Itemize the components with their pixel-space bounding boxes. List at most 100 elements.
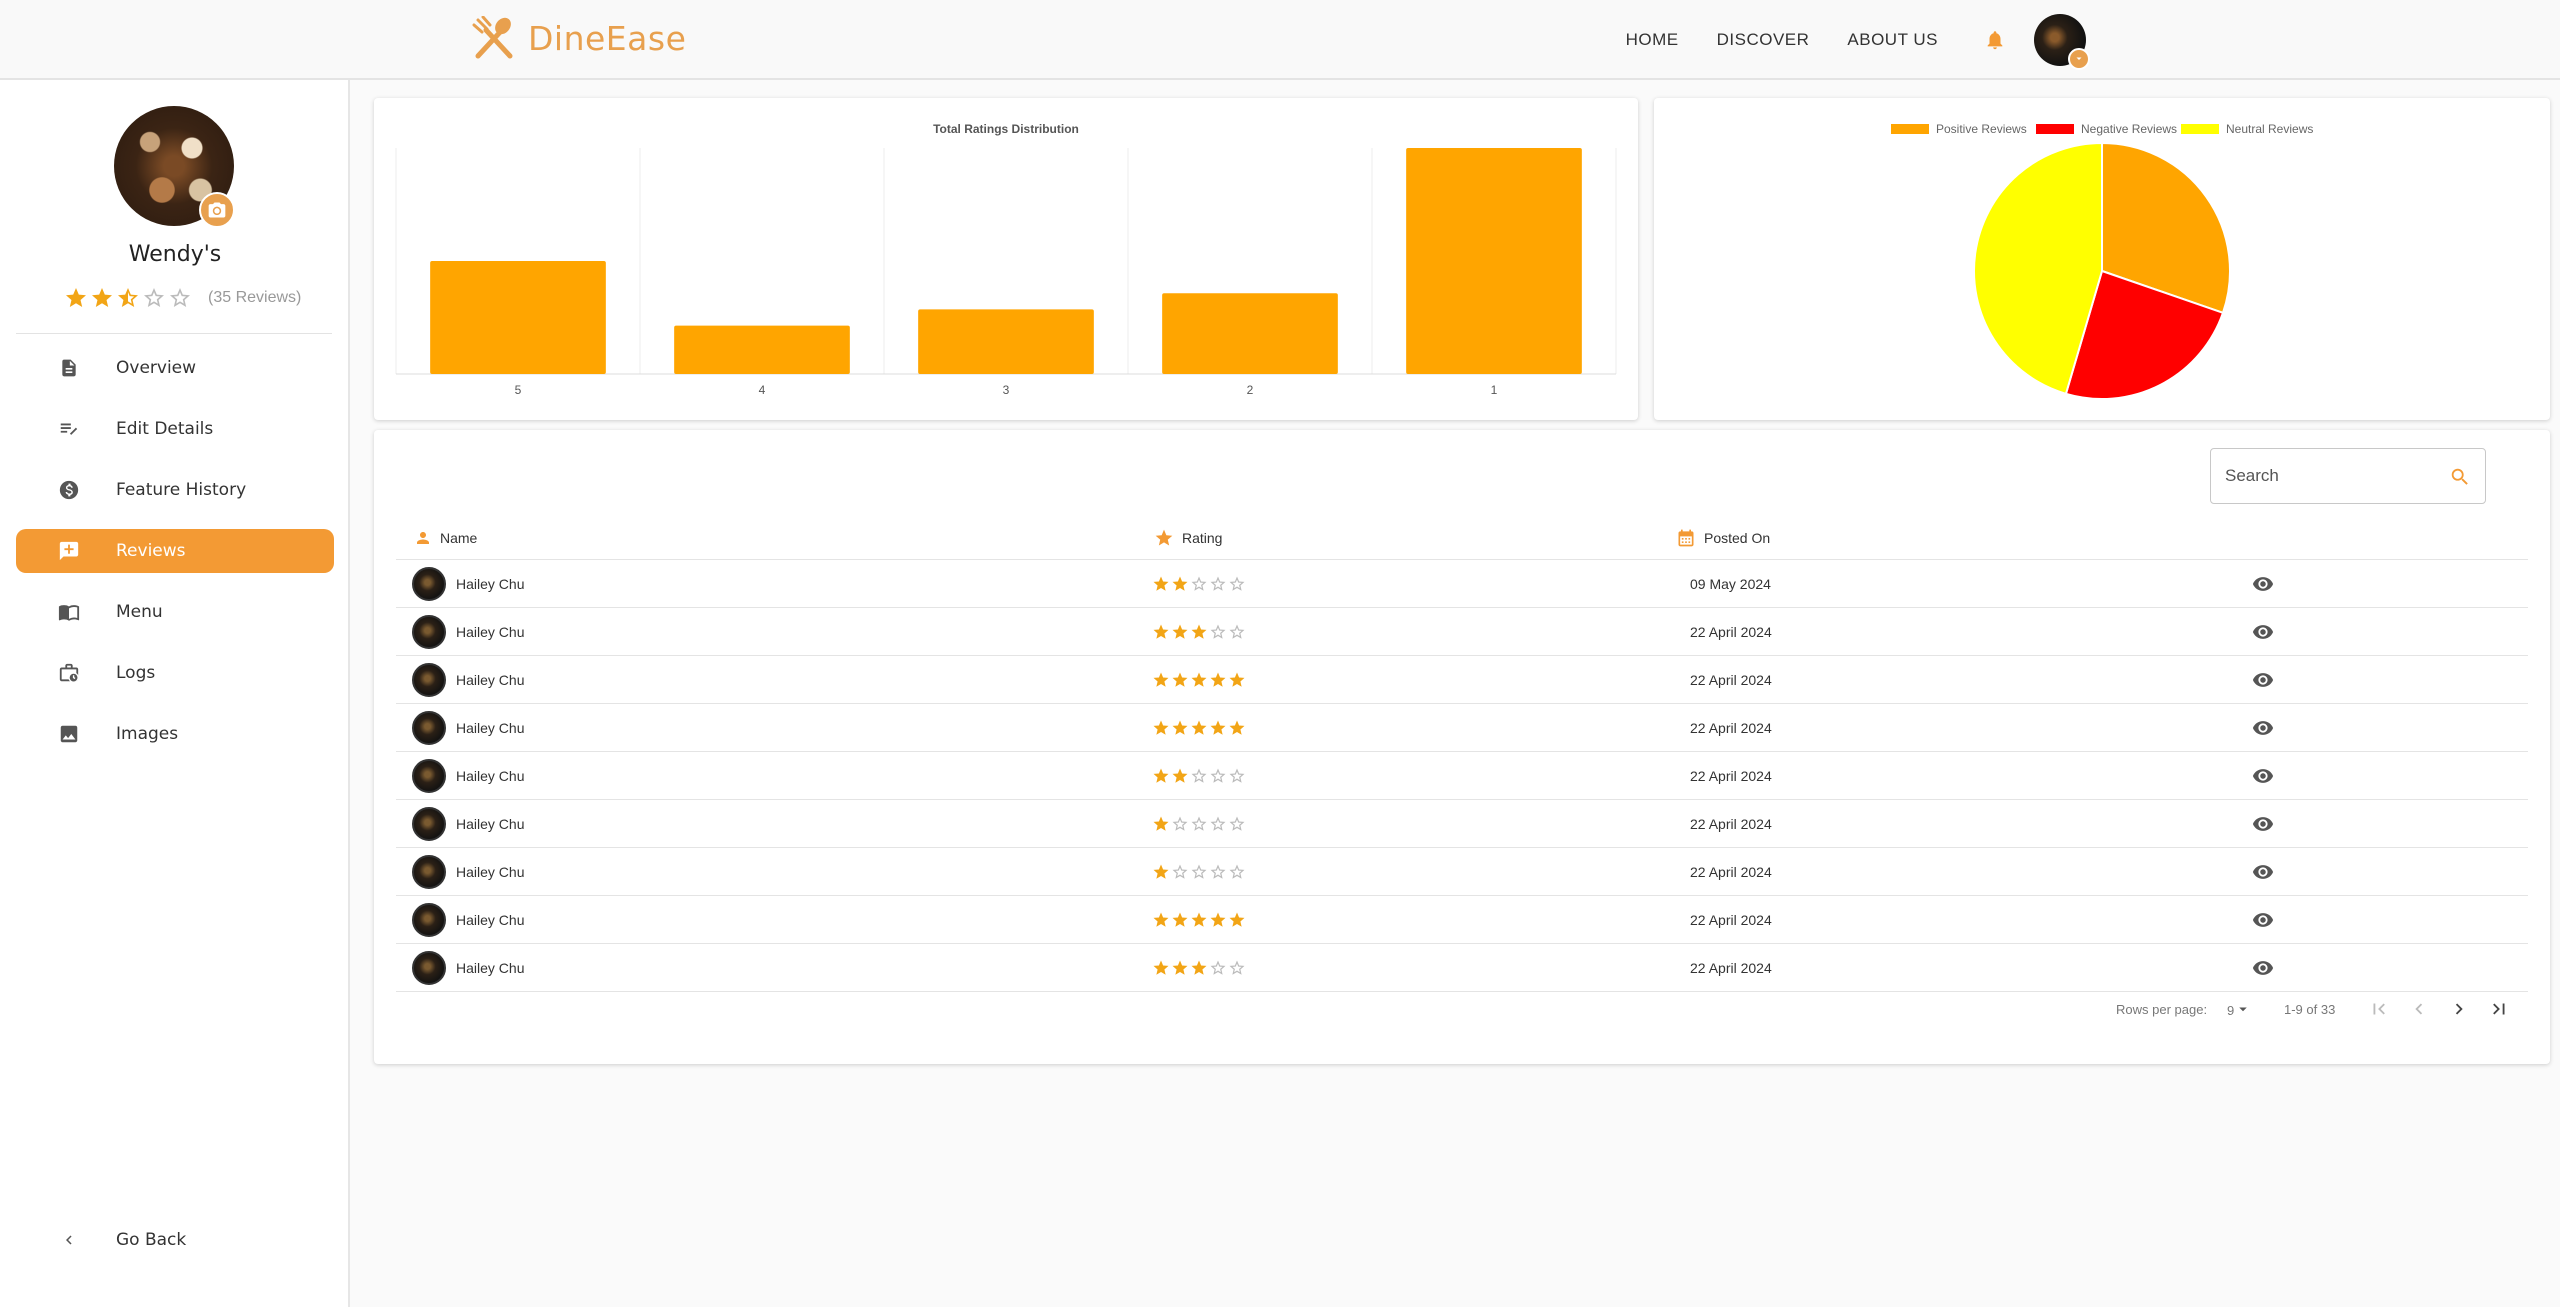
- search-input[interactable]: [2225, 466, 2425, 486]
- table-row[interactable]: Hailey Chu 22 April 2024: [396, 656, 2528, 704]
- reviewer-cell: Hailey Chu: [412, 848, 524, 896]
- view-review-button[interactable]: [2252, 560, 2274, 608]
- view-review-button[interactable]: [2252, 848, 2274, 896]
- search-field[interactable]: [2210, 448, 2486, 504]
- notification-bell-icon[interactable]: [1984, 28, 2006, 52]
- bar-rating-5[interactable]: [430, 261, 606, 374]
- logs-icon: [56, 662, 82, 684]
- star-filled-icon: [1172, 576, 1188, 591]
- go-back-label: Go Back: [116, 1230, 187, 1250]
- star-outline-icon: [1191, 768, 1207, 783]
- camera-icon[interactable]: [199, 192, 235, 228]
- ratings-distribution-card: Total Ratings Distribution 5 4 3 2 1: [374, 98, 1638, 420]
- rating-cell: [1152, 704, 1246, 752]
- sidebar-item-reviews[interactable]: Reviews: [16, 529, 334, 573]
- nav-about-us[interactable]: ABOUT US: [1847, 30, 1938, 50]
- bar-rating-4[interactable]: [674, 325, 850, 374]
- sidebar-item-label: Overview: [116, 358, 197, 378]
- top-bar: DineEase HOME DISCOVER ABOUT US: [0, 0, 2560, 80]
- reviewer-name: Hailey Chu: [456, 576, 525, 592]
- sidebar-item-feature-history[interactable]: Feature History: [16, 468, 334, 512]
- eye-icon: [2252, 721, 2274, 735]
- reviewer-cell: Hailey Chu: [412, 704, 524, 752]
- first-page-button[interactable]: [2368, 998, 2390, 1020]
- posted-on-date: 09 May 2024: [1690, 576, 1771, 592]
- nav-discover[interactable]: DISCOVER: [1717, 30, 1810, 50]
- star-filled-icon: [1153, 912, 1169, 927]
- view-review-button[interactable]: [2252, 704, 2274, 752]
- column-header-label: Posted On: [1704, 530, 1771, 546]
- calendar-icon: [1678, 529, 1694, 547]
- x-tick-label: 3: [1003, 383, 1010, 397]
- last-page-button[interactable]: [2488, 998, 2510, 1020]
- table-row[interactable]: Hailey Chu 09 May 2024: [396, 560, 2528, 608]
- reviewer-cell: Hailey Chu: [412, 752, 524, 800]
- view-review-button[interactable]: [2252, 800, 2274, 848]
- table-row[interactable]: Hailey Chu 22 April 2024: [396, 896, 2528, 944]
- table-row[interactable]: Hailey Chu 22 April 2024: [396, 800, 2528, 848]
- star-filled-icon: [1210, 912, 1226, 927]
- column-header-name[interactable]: Name: [414, 516, 477, 560]
- previous-page-button[interactable]: [2408, 998, 2430, 1020]
- sidebar-item-logs[interactable]: Logs: [16, 651, 334, 695]
- eye-icon: [2252, 961, 2274, 975]
- next-page-button[interactable]: [2448, 998, 2470, 1020]
- star-filled-icon: [1191, 720, 1207, 735]
- brand-logo[interactable]: DineEase: [472, 16, 686, 60]
- star-filled-icon: [1172, 912, 1188, 927]
- chart-title: Total Ratings Distribution: [933, 122, 1079, 136]
- go-back-button[interactable]: Go Back: [16, 1220, 186, 1260]
- column-header-posted-on[interactable]: Posted On: [1676, 516, 1770, 560]
- brand-name: DineEase: [528, 18, 687, 58]
- star-outline-icon: [1229, 864, 1245, 879]
- star-outline-icon: [1229, 960, 1245, 975]
- table-row[interactable]: Hailey Chu 22 April 2024: [396, 752, 2528, 800]
- rows-per-page-label: Rows per page:: [2116, 1002, 2208, 1017]
- legend-swatch: [2181, 124, 2219, 134]
- table-row[interactable]: Hailey Chu 22 April 2024: [396, 848, 2528, 896]
- sidebar-item-edit-details[interactable]: Edit Details: [16, 407, 334, 451]
- x-tick-label: 4: [759, 383, 766, 397]
- table-row[interactable]: Hailey Chu 22 April 2024: [396, 944, 2528, 992]
- avatar: [412, 615, 446, 649]
- eye-icon: [2252, 625, 2274, 639]
- table-row[interactable]: Hailey Chu 22 April 2024: [396, 704, 2528, 752]
- pagination-range: 1-9 of 33: [2284, 1002, 2336, 1017]
- bar-rating-1[interactable]: [1406, 148, 1582, 374]
- table-row[interactable]: Hailey Chu 22 April 2024: [396, 608, 2528, 656]
- user-avatar[interactable]: [2034, 14, 2090, 70]
- star-outline-icon: [1229, 816, 1245, 831]
- star-filled-icon: [1191, 960, 1207, 975]
- bar-rating-3[interactable]: [918, 309, 1094, 374]
- eye-icon: [2252, 817, 2274, 831]
- nav-home[interactable]: HOME: [1626, 30, 1679, 50]
- eye-icon: [2252, 865, 2274, 879]
- star-filled-icon: [1153, 672, 1169, 687]
- avatar: [412, 807, 446, 841]
- sidebar-item-images[interactable]: Images: [16, 712, 334, 756]
- posted-on-date: 22 April 2024: [1690, 624, 1772, 640]
- rows-per-page-select[interactable]: 9: [2227, 1002, 2252, 1018]
- view-review-button[interactable]: [2252, 896, 2274, 944]
- sidebar-item-overview[interactable]: Overview: [16, 346, 334, 390]
- star-filled-icon: [1153, 576, 1169, 591]
- sidebar-item-label: Images: [116, 724, 179, 744]
- star-filled-icon: [1191, 912, 1207, 927]
- column-header-label: Rating: [1182, 530, 1223, 546]
- pagination: Rows per page: 9 1-9 of 33: [374, 996, 2550, 1026]
- sidebar-item-menu[interactable]: Menu: [16, 590, 334, 634]
- view-review-button[interactable]: [2252, 944, 2274, 992]
- rows-per-page-value: 9: [2227, 1002, 2235, 1018]
- posted-on-cell: 22 April 2024: [1690, 896, 1772, 944]
- view-review-button[interactable]: [2252, 752, 2274, 800]
- bar-rating-2[interactable]: [1162, 293, 1338, 374]
- chevron-down-icon: [2239, 1007, 2247, 1012]
- review-sentiment-pie-chart: Positive Reviews Negative Reviews Neutral …: [1891, 122, 2313, 400]
- search-icon[interactable]: [2449, 466, 2471, 488]
- posted-on-cell: 22 April 2024: [1690, 752, 1772, 800]
- review-icon: [56, 540, 82, 562]
- column-header-rating[interactable]: Rating: [1154, 516, 1222, 560]
- sidebar-item-label: Feature History: [116, 480, 247, 500]
- view-review-button[interactable]: [2252, 608, 2274, 656]
- view-review-button[interactable]: [2252, 656, 2274, 704]
